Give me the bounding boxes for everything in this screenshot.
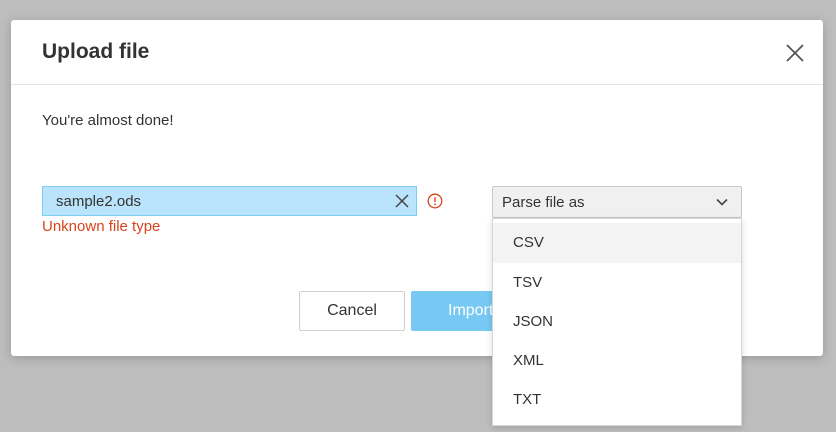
dialog-title: Upload file	[42, 40, 150, 63]
chevron-down-icon	[716, 198, 728, 206]
option-csv[interactable]: CSV	[493, 223, 741, 263]
selected-file-chip: sample2.ods	[42, 186, 417, 216]
file-name: sample2.ods	[56, 193, 142, 210]
cancel-button[interactable]: Cancel	[299, 291, 405, 331]
parse-file-as-select[interactable]: Parse file as	[492, 186, 742, 218]
parse-options-menu: CSV TSV JSON XML TXT	[492, 218, 742, 426]
dialog-header: Upload file	[11, 20, 823, 85]
clear-icon	[395, 194, 409, 208]
clear-file-button[interactable]	[394, 193, 410, 209]
file-error-message: Unknown file type	[42, 218, 161, 235]
option-tsv[interactable]: TSV	[493, 263, 741, 303]
option-xml[interactable]: XML	[493, 341, 741, 381]
option-json[interactable]: JSON	[493, 302, 741, 342]
select-placeholder: Parse file as	[502, 194, 585, 211]
option-txt[interactable]: TXT	[493, 380, 741, 420]
close-icon	[786, 44, 804, 62]
warning-icon	[427, 193, 443, 209]
close-button[interactable]	[784, 42, 806, 64]
status-message: You're almost done!	[42, 112, 174, 129]
